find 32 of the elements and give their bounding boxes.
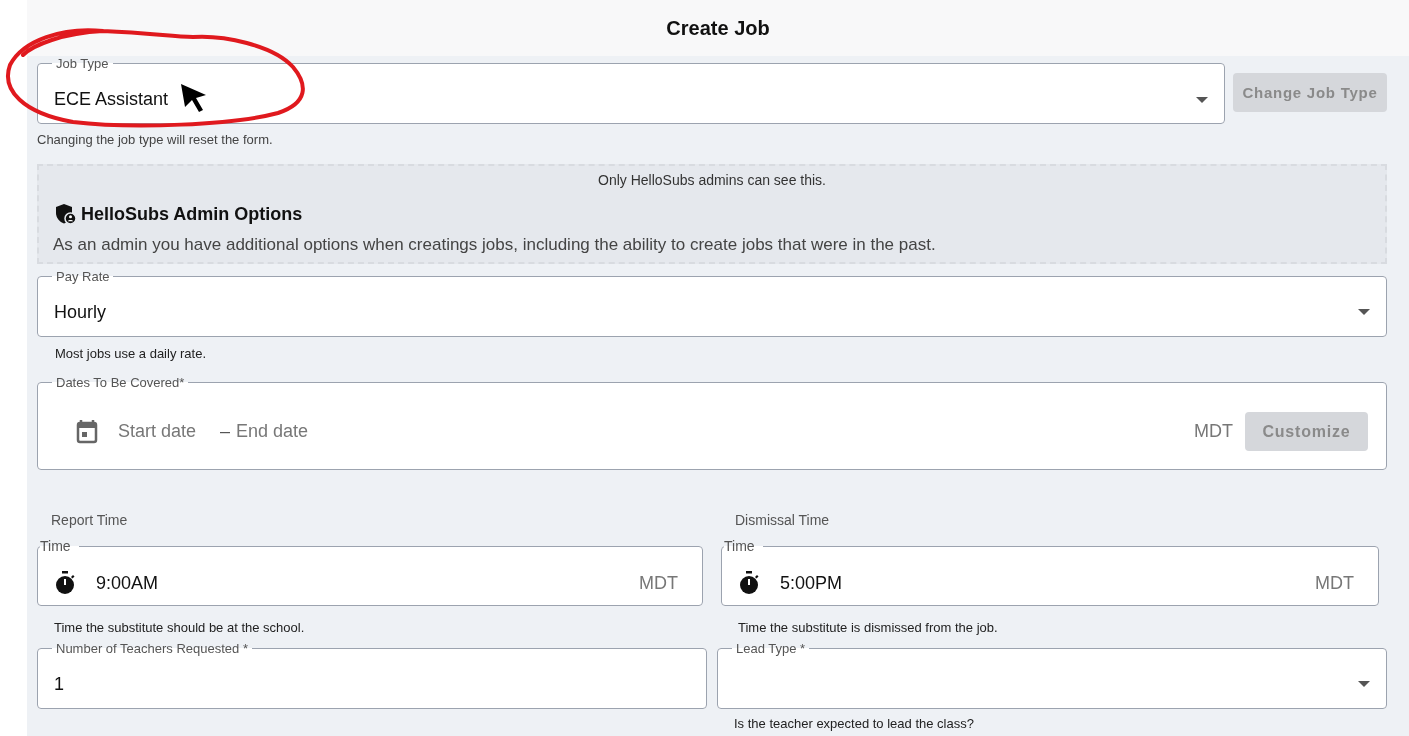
timezone-label: MDT <box>1194 420 1233 443</box>
field-label: Pay Rate <box>55 267 111 286</box>
end-date-field[interactable]: End date <box>236 418 336 445</box>
field-label: Job Type <box>55 55 110 73</box>
helper-text: Changing the job type will reset the form. <box>37 131 274 149</box>
dropdown-caret-icon <box>1196 96 1208 103</box>
page-title: Create Job <box>666 16 770 41</box>
admin-options-title: HelloSubs Admin Options <box>81 202 303 226</box>
dropdown-caret-icon <box>1358 309 1370 315</box>
section-heading: Dismissal Time <box>735 511 831 530</box>
timezone-label: MDT <box>639 571 678 595</box>
field-label: Time <box>724 537 756 556</box>
field-label: Lead Type * <box>735 639 807 658</box>
timezone-label: MDT <box>1315 571 1354 595</box>
dropdown-caret-icon <box>1358 681 1370 687</box>
section-heading: Report Time <box>51 511 129 530</box>
admin-visibility-note: Only HelloSubs admins can see this. <box>597 170 827 190</box>
calendar-icon <box>76 419 98 444</box>
helper-text: Time the substitute is dismissed from the job. <box>738 619 999 637</box>
date-separator: – <box>220 420 230 443</box>
field-label: Time <box>40 537 72 556</box>
stopwatch-icon <box>738 571 760 595</box>
admin-options-description: As an admin you have additional options when creatings jobs, including the ability to create jobs that were in the past. <box>53 233 937 256</box>
start-date-field[interactable]: Start date <box>118 418 214 445</box>
helper-text: Is the teacher expected to lead the class? <box>734 714 975 733</box>
shield-user-icon <box>55 203 77 225</box>
field-label: Number of Teachers Requested * <box>55 639 249 658</box>
stopwatch-icon <box>54 571 76 595</box>
field-label: Dates To Be Covered* <box>55 374 186 392</box>
helper-text: Time the substitute should be at the school. <box>54 619 306 637</box>
helper-text: Most jobs use a daily rate. <box>55 344 208 363</box>
mouse-cursor-icon <box>180 83 207 113</box>
